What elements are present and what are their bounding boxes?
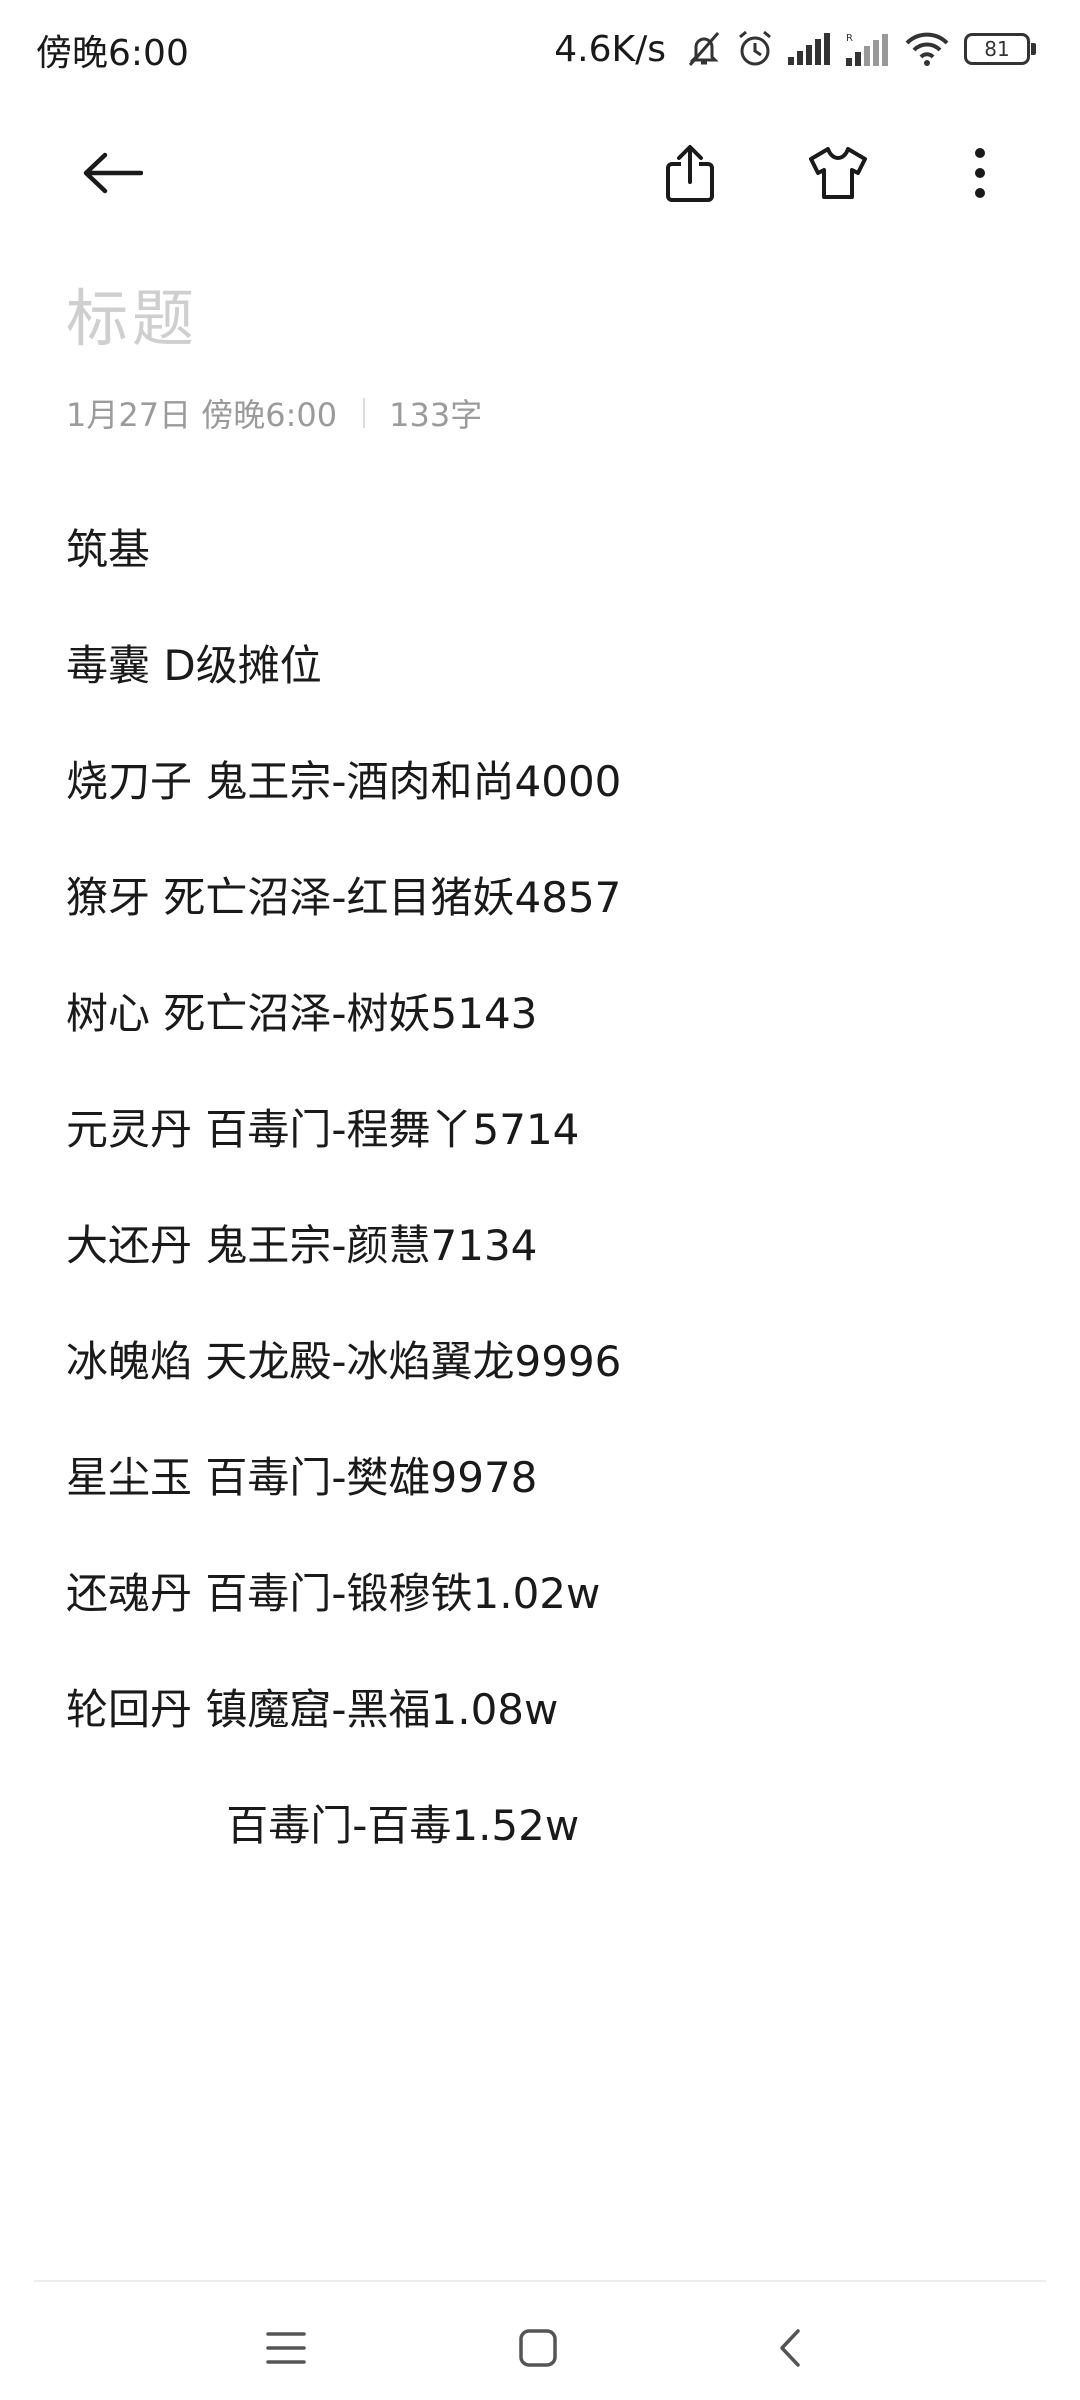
status-time: 傍晚6:00 [36, 33, 189, 74]
note-line: 獠牙 死亡沼泽-红目猪妖4857 [66, 873, 622, 922]
back-icon [778, 2328, 802, 2372]
nav-divider [34, 2280, 1046, 2282]
note-line: 轮回丹 镇魔窟-黑福1.08w [66, 1685, 559, 1734]
back-button[interactable] [72, 140, 152, 210]
note-line: 还魂丹 百毒门-锻穆铁1.02w [66, 1569, 601, 1618]
bell-muted-icon [686, 29, 722, 69]
note-word-count: 133字 [389, 396, 483, 434]
recents-button[interactable] [246, 2310, 326, 2390]
note-meta: 1月27日 傍晚6:00 133字 [66, 390, 482, 436]
note-date: 1月27日 傍晚6:00 [66, 396, 338, 434]
battery-icon: 81 [964, 33, 1036, 65]
note-line: 毒囊 D级摊位 [66, 641, 322, 690]
more-vertical-icon [973, 147, 987, 203]
signal-icon [788, 33, 832, 65]
note-title-input[interactable]: 标题 [66, 268, 198, 358]
wifi-icon [904, 32, 950, 66]
home-icon [518, 2328, 558, 2372]
back-arrow-icon [81, 151, 144, 199]
meta-divider [363, 398, 366, 428]
note-line: 星尘玉 百毒门-樊雄9978 [66, 1453, 538, 1502]
alarm-icon [736, 29, 774, 69]
menu-icon [266, 2330, 306, 2370]
note-line: 树心 死亡沼泽-树妖5143 [66, 989, 538, 1038]
battery-level: 81 [984, 37, 1010, 61]
tshirt-icon [807, 145, 869, 205]
notes-screen: 傍晚6:00 4.6K/s R 81 标题 1月27日 傍晚6:00 133字 … [0, 0, 1080, 2400]
note-line: 元灵丹 百毒门-程舞丫5714 [66, 1105, 580, 1154]
more-button[interactable] [940, 140, 1020, 210]
note-line: 筑基 [66, 525, 151, 574]
share-button[interactable] [650, 140, 730, 210]
network-speed: 4.6K/s [554, 28, 666, 70]
system-nav-bar [0, 2290, 1080, 2400]
note-line: 百毒门-百毒1.52w [66, 1801, 580, 1850]
note-toolbar [0, 120, 1080, 230]
status-icons: 4.6K/s R 81 [554, 24, 1036, 74]
theme-button[interactable] [798, 140, 878, 210]
note-line: 冰魄焰 天龙殿-冰焰翼龙9996 [66, 1337, 622, 1386]
status-bar: 傍晚6:00 4.6K/s R 81 [0, 0, 1080, 100]
signal-roaming-icon: R [846, 32, 890, 66]
note-line: 烧刀子 鬼王宗-酒肉和尚4000 [66, 757, 622, 806]
note-line: 大还丹 鬼王宗-颜慧7134 [66, 1221, 538, 1270]
share-icon [664, 144, 716, 206]
home-button[interactable] [498, 2310, 578, 2390]
svg-text:R: R [846, 33, 853, 44]
nav-back-button[interactable] [750, 2310, 830, 2390]
